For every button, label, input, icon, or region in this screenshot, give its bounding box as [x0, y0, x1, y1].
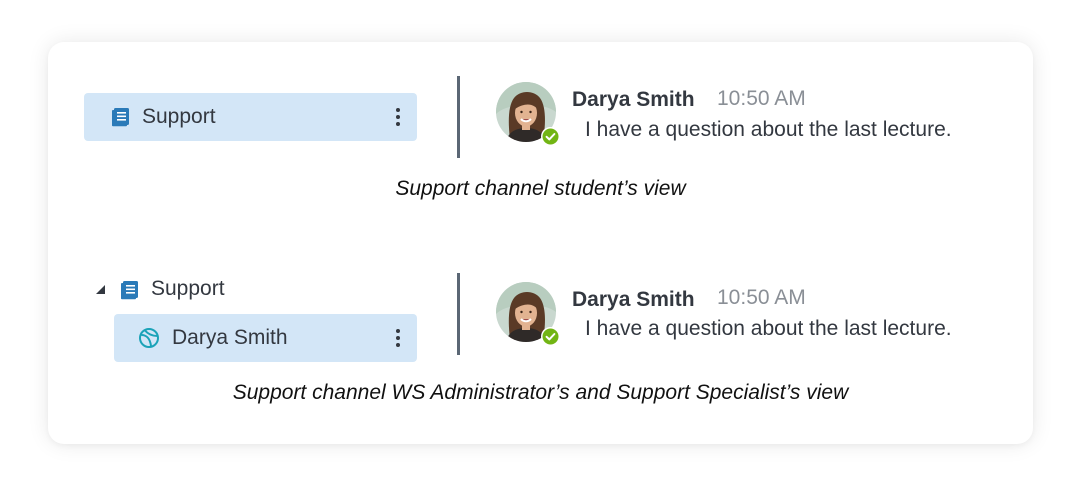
- sidebar-item-label: Support: [142, 105, 216, 128]
- sidebar-item-label: Darya Smith: [172, 326, 288, 349]
- message-timestamp: 10:50 AM: [717, 87, 806, 110]
- message-timestamp: 10:50 AM: [717, 286, 806, 309]
- illustration-card: Support Darya Smith 10:50 AM I have a qu…: [48, 42, 1033, 444]
- more-vertical-icon[interactable]: [391, 106, 405, 128]
- sidebar-item-label[interactable]: Support: [151, 277, 225, 301]
- avatar: [496, 282, 560, 346]
- message-text: I have a question about the last lecture…: [585, 118, 952, 141]
- message-author: Darya Smith: [572, 88, 695, 111]
- book-icon: [110, 106, 132, 128]
- sidebar-item-darya-smith[interactable]: Darya Smith: [114, 314, 417, 362]
- online-status-icon: [541, 327, 560, 346]
- divider: [457, 76, 460, 158]
- book-icon: [119, 279, 141, 301]
- divider: [457, 273, 460, 355]
- caption-student-view: Support channel student’s view: [395, 177, 686, 200]
- online-status-icon: [541, 127, 560, 146]
- caption-admin-view: Support channel WS Administrator’s and S…: [232, 381, 849, 404]
- avatar: [496, 82, 560, 146]
- message-text: I have a question about the last lecture…: [585, 317, 952, 340]
- collapse-triangle-icon[interactable]: [95, 283, 107, 295]
- more-vertical-icon[interactable]: [391, 327, 405, 349]
- message-author: Darya Smith: [572, 288, 695, 311]
- globe-user-icon: [138, 327, 160, 349]
- sidebar-item-support[interactable]: Support: [84, 93, 417, 141]
